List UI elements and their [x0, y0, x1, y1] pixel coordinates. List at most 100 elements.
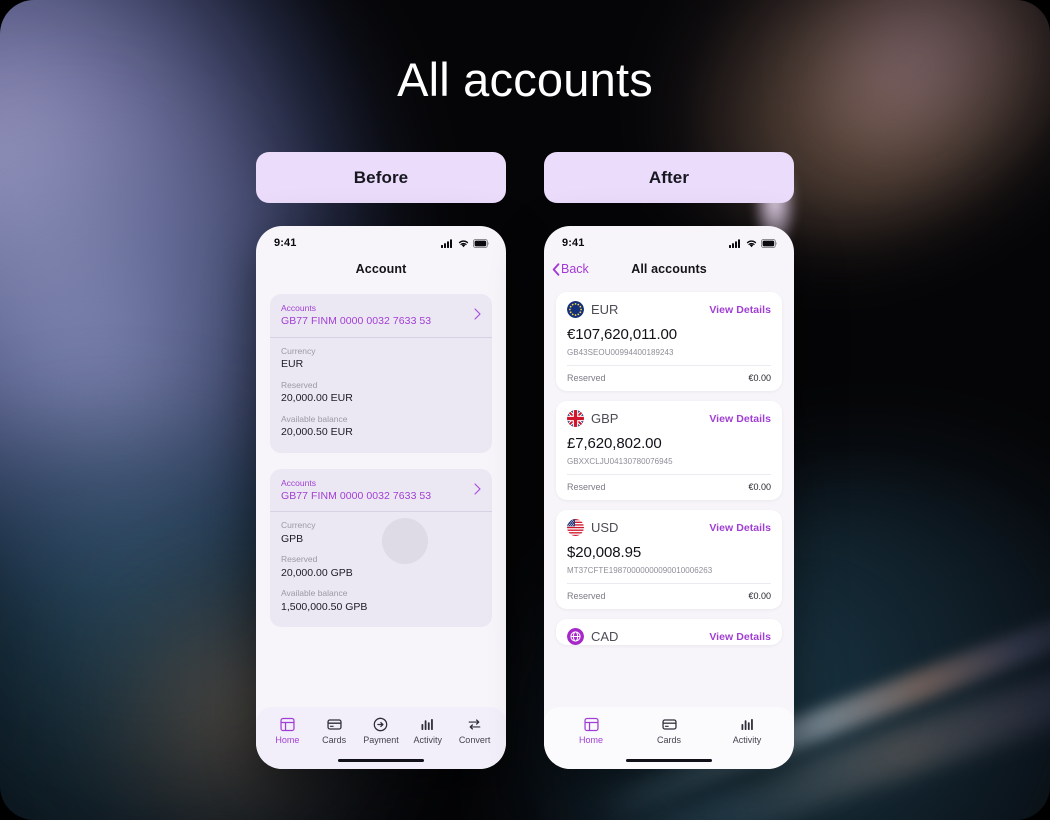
arrow-right-circle-icon: [374, 717, 388, 732]
account-field: Available balance 20,000.50 EUR: [281, 413, 481, 441]
tab-label: Home: [578, 735, 603, 745]
account-card-body: Currency EUR Reserved 20,000.00 EUR Avai…: [270, 338, 492, 453]
status-bar-time: 9:41: [274, 237, 297, 249]
currency-card-header: CAD View Details: [567, 628, 771, 645]
tab-convert[interactable]: Convert: [455, 717, 495, 745]
back-button[interactable]: Back: [552, 262, 589, 276]
currency-account-card[interactable]: GBP View Details £7,620,802.00 GBXXCLJU0…: [556, 401, 782, 500]
currency-card-header: USD View Details: [567, 519, 771, 536]
account-card-label: Accounts: [281, 477, 316, 488]
status-bar-time: 9:41: [562, 237, 585, 249]
tab-label: Cards: [656, 735, 681, 745]
swap-arrows-icon: [468, 719, 481, 730]
tab-label: Activity: [732, 735, 762, 745]
view-details-label: View Details: [709, 412, 771, 425]
tab-home[interactable]: Home: [267, 717, 307, 745]
tab-label: Activity: [413, 735, 443, 745]
account-field-value: 20,000.00 EUR: [281, 392, 353, 405]
credit-card-icon: [661, 719, 677, 730]
view-details-label: View Details: [709, 303, 771, 316]
reserved-label: Reserved: [567, 591, 606, 601]
chevron-left-icon: [552, 262, 560, 276]
pill-before-label: Before: [353, 167, 409, 187]
currency-balance: €107,620,011.00: [567, 326, 677, 343]
view-details-link[interactable]: View Details: [709, 413, 771, 425]
after-tab-bar: Home Cards Activity: [544, 707, 794, 769]
account-card-header[interactable]: Accounts GB77 FINM 0000 0032 7633 53: [270, 294, 492, 338]
reserved-value: €0.00: [748, 482, 771, 492]
account-field-value: 20,000.00 GPB: [281, 566, 353, 579]
currency-account-card[interactable]: EUR View Details €107,620,011.00 GB43SEO…: [556, 292, 782, 391]
home-indicator: [338, 758, 424, 762]
account-field: Reserved 20,000.00 GPB: [281, 553, 481, 581]
after-nav-title: All accounts: [631, 262, 707, 276]
currency-reserved-row: Reserved €0.00: [567, 474, 771, 500]
label-pill-before: Before: [256, 152, 506, 203]
currency-reserved-row: Reserved €0.00: [567, 583, 771, 609]
tab-label: Convert: [458, 735, 491, 745]
chevron-right-icon[interactable]: [474, 483, 481, 498]
tab-label: Payment: [363, 735, 399, 745]
currency-iban: MT37CFTE19870000000090010006263: [567, 566, 713, 575]
tab-activity[interactable]: Activity: [727, 717, 767, 745]
tap-indicator: [382, 518, 428, 564]
view-details-label: View Details: [709, 630, 771, 643]
currency-card-header: GBP View Details: [567, 410, 771, 427]
battery-icon: [473, 238, 489, 248]
account-field-value: 20,000.50 EUR: [281, 426, 353, 439]
account-card-label: Accounts: [281, 303, 316, 313]
currency-code: GBP: [591, 411, 619, 426]
reserved-value: €0.00: [748, 591, 771, 601]
view-details-link[interactable]: View Details: [709, 304, 771, 316]
currency-iban: GBXXCLJU04130780076945: [567, 457, 673, 466]
credit-card-icon: [327, 719, 342, 730]
account-field-key: Currency: [281, 345, 316, 356]
account-card-iban: GB77 FINM 0000 0032 7633 53: [281, 315, 432, 328]
account-field-key: Reserved: [281, 379, 318, 390]
home-indicator: [626, 758, 712, 762]
account-card-header[interactable]: Accounts GB77 FINM 0000 0032 7633 53: [270, 469, 492, 513]
reserved-label: Reserved: [567, 373, 606, 383]
tab-payment[interactable]: Payment: [361, 717, 401, 745]
tab-cards[interactable]: Cards: [314, 717, 354, 745]
account-card[interactable]: Accounts GB77 FINM 0000 0032 7633 53 Cur…: [270, 468, 492, 628]
chevron-right-icon[interactable]: [474, 308, 481, 323]
reserved-value: €0.00: [748, 373, 771, 383]
currency-account-card[interactable]: USD View Details $20,008.95 MT37CFTE1987…: [556, 510, 782, 609]
backdrop: All accounts Before After 9:41 Account A…: [0, 0, 1050, 820]
bar-chart-icon: [741, 718, 753, 730]
before-account-list: Accounts GB77 FINM 0000 0032 7633 53 Cur…: [256, 284, 506, 628]
view-details-label: View Details: [709, 521, 771, 534]
currency-code: EUR: [591, 302, 619, 317]
tab-home[interactable]: Home: [571, 717, 611, 745]
before-phone-mockup: 9:41 Account Accounts GB77 FINM 0000 003…: [256, 226, 506, 769]
account-field: Currency GPB: [281, 519, 481, 547]
account-card[interactable]: Accounts GB77 FINM 0000 0032 7633 53 Cur…: [270, 294, 492, 453]
currency-iban: GB43SEOU00994400189243: [567, 348, 674, 357]
before-nav-title: Account: [355, 262, 407, 276]
status-bar-icons: [729, 238, 778, 248]
account-field: Currency EUR: [281, 345, 481, 373]
account-field-value: EUR: [281, 358, 304, 371]
account-field-value: 1,500,000.50 GPB: [281, 600, 368, 613]
currency-account-card[interactable]: CAD View Details: [556, 619, 782, 645]
reserved-label: Reserved: [567, 482, 606, 492]
tab-activity[interactable]: Activity: [408, 717, 448, 745]
home-layout-icon: [280, 717, 295, 732]
back-button-label: Back: [561, 262, 589, 276]
account-field: Available balance 1,500,000.50 GPB: [281, 587, 481, 615]
status-bar-icons: [441, 238, 490, 248]
currency-reserved-row: Reserved €0.00: [567, 365, 771, 391]
account-card-body: Currency GPB Reserved 20,000.00 GPB Avai…: [270, 512, 492, 627]
battery-icon: [761, 238, 777, 248]
cellular-signal-icon: [729, 238, 740, 248]
after-account-list: EUR View Details €107,620,011.00 GB43SEO…: [544, 284, 794, 645]
after-phone-mockup: 9:41 Back All accounts EUR View Details …: [544, 226, 794, 769]
before-nav-bar: Account: [256, 254, 506, 284]
view-details-link[interactable]: View Details: [709, 631, 771, 643]
currency-balance: £7,620,802.00: [567, 435, 662, 452]
view-details-link[interactable]: View Details: [709, 522, 771, 534]
currency-balance: $20,008.95: [567, 544, 642, 561]
tab-cards[interactable]: Cards: [649, 717, 689, 745]
wifi-icon: [458, 239, 469, 247]
